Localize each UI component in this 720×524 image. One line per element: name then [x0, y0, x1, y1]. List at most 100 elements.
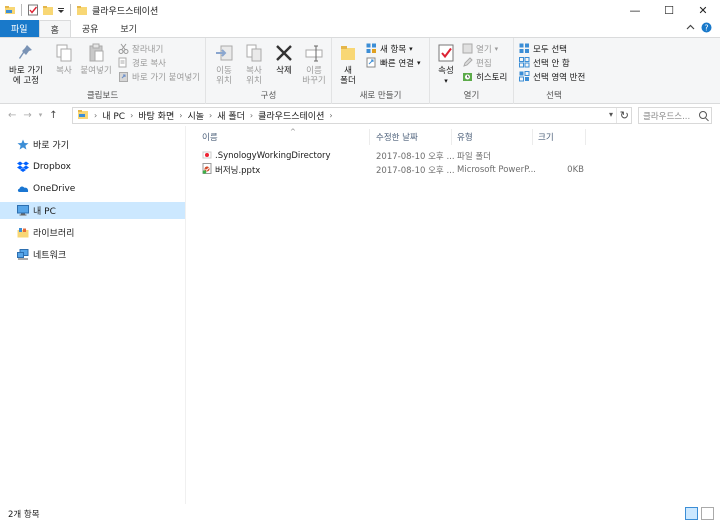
new-item-dropdown-icon: ▾ — [409, 44, 413, 53]
copy-to-button[interactable]: 복사 위치 — [240, 43, 268, 86]
tab-view[interactable]: 보기 — [109, 20, 148, 37]
pptx-file-icon — [202, 163, 212, 176]
group-label-open: 열기 — [463, 91, 480, 101]
file-size: 0KB — [567, 164, 584, 175]
tab-file[interactable]: 파일 — [0, 20, 39, 37]
file-type: 파일 폴더 — [457, 151, 491, 162]
details-view-icon[interactable] — [685, 507, 698, 520]
column-header-date[interactable]: 수정한 날짜 — [372, 129, 452, 145]
file-name-cell: 버저닝.pptx — [202, 163, 378, 176]
breadcrumb-synology[interactable]: 시놀 — [187, 109, 204, 122]
easy-access-button[interactable]: 빠른 연결 ▾ — [366, 56, 421, 69]
breadcrumb-chevron-icon[interactable]: › — [329, 111, 332, 120]
navigation-buttons: ← → ▾ ↑ — [0, 110, 70, 121]
select-none-button[interactable]: 선택 안 함 — [519, 56, 570, 69]
breadcrumb-cloudstation[interactable]: 클라우드스테이션 — [258, 109, 324, 122]
breadcrumb-chevron-icon[interactable]: › — [209, 111, 212, 120]
pin-to-quick-access-button[interactable]: 바로 가기에 고정 — [4, 43, 48, 86]
breadcrumb-chevron-icon[interactable]: › — [94, 111, 97, 120]
file-row[interactable]: 버저닝.pptx 2017-08-10 오후 ... Microsoft Pow… — [198, 163, 618, 176]
properties-check-icon — [436, 43, 456, 63]
up-arrow-icon[interactable]: ↑ — [49, 110, 57, 121]
new-item-button[interactable]: 새 항목 ▾ — [366, 42, 413, 55]
properties-dropdown-icon: ▾ — [444, 77, 448, 85]
history-icon — [462, 71, 473, 82]
copy-path-button[interactable]: 경로 복사 — [118, 56, 166, 69]
address-dropdown-icon[interactable]: ▾ — [609, 110, 613, 119]
select-all-label: 모두 선택 — [533, 44, 567, 55]
view-toggle — [685, 507, 714, 520]
title-bar: 클라우드스테이션 — ☐ ✕ — [0, 0, 720, 20]
customize-qat-icon[interactable] — [57, 4, 65, 16]
breadcrumb-desktop[interactable]: 바탕 화면 — [138, 109, 174, 122]
maximize-button[interactable]: ☐ — [652, 0, 686, 20]
select-none-icon — [519, 57, 530, 68]
rename-button[interactable]: 이름 바꾸기 — [300, 43, 328, 86]
copy-button[interactable]: 복사 — [52, 43, 76, 76]
paste-button[interactable]: 붙여넣기 — [78, 43, 114, 76]
copy-icon — [54, 43, 74, 63]
new-folder-label: 새 폴더 — [340, 66, 356, 86]
file-size — [538, 149, 584, 162]
refresh-icon[interactable]: ↻ — [615, 108, 629, 123]
column-header-size[interactable]: 크기 — [534, 129, 586, 145]
paste-shortcut-button[interactable]: 바로 가기 붙여넣기 — [118, 70, 200, 83]
column-size-label: 크기 — [538, 133, 554, 143]
column-header-type[interactable]: 유형 — [453, 129, 533, 145]
invert-selection-label: 선택 영역 반전 — [533, 72, 586, 83]
nav-item-label: 바로 가기 — [33, 141, 69, 151]
large-icons-view-icon[interactable] — [701, 507, 714, 520]
ribbon-collapse-icon[interactable] — [686, 23, 695, 35]
close-button[interactable]: ✕ — [686, 0, 720, 20]
edit-button[interactable]: 편집 — [462, 56, 492, 69]
new-folder-button[interactable]: 새 폴더 — [336, 43, 360, 86]
navigation-pane: 바로 가기 Dropbox OneDrive 내 PC 라이브러리 네트워크 — [0, 126, 186, 504]
address-bar[interactable]: › 내 PC › 바탕 화면 › 시놀 › 새 폴더 › 클라우드스테이션 › … — [72, 107, 632, 124]
search-box[interactable]: 클라우드스... — [638, 107, 712, 124]
select-all-button[interactable]: 모두 선택 — [519, 42, 567, 55]
properties-icon[interactable] — [27, 4, 39, 16]
file-name-cell: .SynologyWorkingDirectory — [202, 149, 378, 162]
qat-separator — [21, 4, 22, 16]
new-folder-icon[interactable] — [42, 4, 54, 16]
tab-share[interactable]: 공유 — [71, 20, 110, 37]
delete-button[interactable]: 삭제 — [272, 43, 296, 76]
breadcrumb-chevron-icon[interactable]: › — [130, 111, 133, 120]
column-date-label: 수정한 날짜 — [376, 133, 418, 143]
invert-selection-button[interactable]: 선택 영역 반전 — [519, 70, 585, 83]
open-label: 열기 — [476, 44, 492, 55]
help-icon[interactable]: ? — [701, 22, 712, 36]
column-header-name[interactable]: 이름 ^ — [198, 128, 370, 145]
nav-item-label: OneDrive — [33, 183, 76, 194]
breadcrumb-new-folder[interactable]: 새 폴더 — [217, 109, 245, 122]
ribbon-tab-extras: ? — [686, 20, 720, 37]
forward-arrow-icon[interactable]: → — [23, 110, 31, 121]
breadcrumb-this-pc[interactable]: 내 PC — [102, 109, 125, 122]
recent-locations-icon[interactable]: ▾ — [39, 111, 43, 119]
nav-item-onedrive[interactable]: OneDrive — [0, 180, 185, 197]
group-open: 속성 ▾ 열기 ▾ 편집 히스토리 열기 — [430, 38, 514, 104]
properties-button[interactable]: 속성 ▾ — [434, 43, 458, 86]
cut-button[interactable]: 잘라내기 — [118, 42, 163, 55]
paste-shortcut-label: 바로 가기 붙여넣기 — [132, 72, 200, 83]
minimize-button[interactable]: — — [618, 0, 652, 20]
invert-selection-icon — [519, 71, 530, 82]
breadcrumb-chevron-icon[interactable]: › — [179, 111, 182, 120]
select-none-label: 선택 안 함 — [533, 58, 570, 69]
svg-text:?: ? — [704, 23, 708, 32]
breadcrumb-chevron-icon[interactable]: › — [250, 111, 253, 120]
move-to-button[interactable]: 이동 위치 — [210, 43, 238, 86]
nav-item-libraries[interactable]: 라이브러리 — [0, 224, 185, 241]
back-arrow-icon[interactable]: ← — [8, 110, 16, 121]
file-row[interactable]: .SynologyWorkingDirectory 2017-08-10 오후 … — [198, 149, 618, 162]
synology-folder-icon — [202, 149, 212, 162]
nav-item-label: Dropbox — [33, 161, 71, 172]
open-button[interactable]: 열기 ▾ — [462, 42, 498, 55]
history-button[interactable]: 히스토리 — [462, 70, 507, 83]
nav-item-network[interactable]: 네트워크 — [0, 246, 185, 263]
nav-item-this-pc[interactable]: 내 PC — [0, 202, 185, 219]
tab-home[interactable]: 홈 — [38, 20, 71, 37]
nav-item-quick-access[interactable]: 바로 가기 — [0, 136, 185, 153]
nav-item-dropbox[interactable]: Dropbox — [0, 158, 185, 175]
file-date: 2017-08-10 오후 ... — [376, 165, 454, 176]
